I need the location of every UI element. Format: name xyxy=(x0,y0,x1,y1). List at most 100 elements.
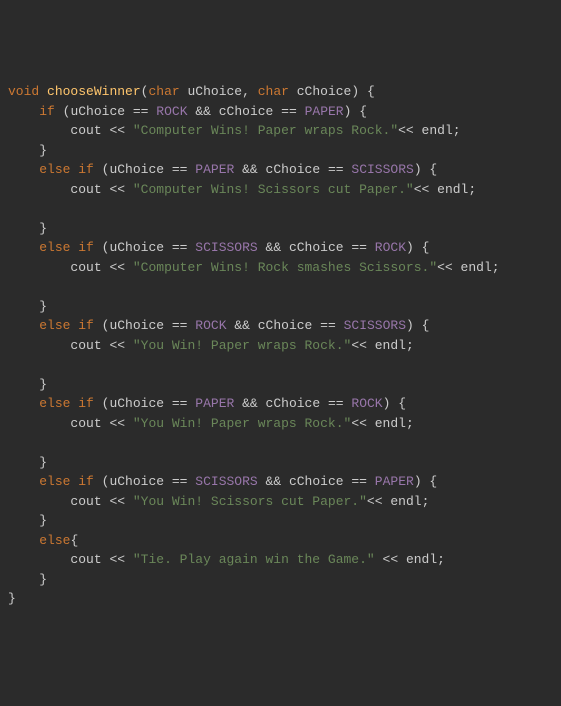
code-line[interactable]: cout << "You Win! Paper wraps Rock."<< e… xyxy=(8,336,553,356)
code-token-op: && xyxy=(242,162,258,177)
code-token-punct: ; xyxy=(453,123,461,138)
code-token-op: == xyxy=(281,104,297,119)
code-token-const: ROCK xyxy=(156,104,187,119)
code-line[interactable]: } xyxy=(8,219,553,239)
code-token-param: endl xyxy=(437,182,468,197)
code-token-param: endl xyxy=(461,260,492,275)
code-token-str: "You Win! Paper wraps Rock." xyxy=(133,416,351,431)
code-token-param: cout xyxy=(70,123,101,138)
code-token-str: "You Win! Scissors cut Paper." xyxy=(133,494,367,509)
code-line[interactable]: cout << "Computer Wins! Rock smashes Sci… xyxy=(8,258,553,278)
code-line[interactable]: cout << "You Win! Paper wraps Rock."<< e… xyxy=(8,414,553,434)
code-token-kw: else xyxy=(39,533,70,548)
code-token-punct: ; xyxy=(468,182,476,197)
code-token-param: cout xyxy=(70,552,101,567)
code-token-punct: ) { xyxy=(383,396,406,411)
code-token-str: "Computer Wins! Rock smashes Scissors." xyxy=(133,260,437,275)
code-token-const: PAPER xyxy=(195,396,234,411)
code-token-op: && xyxy=(242,396,258,411)
code-token-op: << xyxy=(109,552,125,567)
code-token-param: cout xyxy=(70,416,101,431)
code-token-op: == xyxy=(172,240,188,255)
code-token-param: cChoice xyxy=(258,318,313,333)
code-token-param: cChoice xyxy=(219,104,274,119)
code-line[interactable]: } xyxy=(8,141,553,161)
code-token-param: endl xyxy=(390,494,421,509)
code-line[interactable]: else if (uChoice == SCISSORS && cChoice … xyxy=(8,472,553,492)
code-token-op: << xyxy=(351,416,367,431)
code-token-op: && xyxy=(266,474,282,489)
code-token-fn: chooseWinner xyxy=(47,84,141,99)
code-line[interactable] xyxy=(8,277,553,297)
code-token-param: cChoice xyxy=(297,84,352,99)
code-token-punct: } xyxy=(39,572,47,587)
code-line[interactable] xyxy=(8,355,553,375)
code-token-op: << xyxy=(109,123,125,138)
code-line[interactable]: else{ xyxy=(8,531,553,551)
code-line[interactable]: else if (uChoice == ROCK && cChoice == S… xyxy=(8,316,553,336)
code-line[interactable]: else if (uChoice == SCISSORS && cChoice … xyxy=(8,238,553,258)
code-token-const: SCISSORS xyxy=(195,474,257,489)
code-token-param: uChoice xyxy=(109,240,164,255)
code-line[interactable]: cout << "Tie. Play again win the Game." … xyxy=(8,550,553,570)
code-line[interactable]: } xyxy=(8,589,553,609)
code-token-op: == xyxy=(172,318,188,333)
code-token-punct: } xyxy=(39,513,47,528)
code-token-punct: ) { xyxy=(414,474,437,489)
code-token-punct: } xyxy=(39,299,47,314)
code-line[interactable]: else if (uChoice == PAPER && cChoice == … xyxy=(8,160,553,180)
code-token-op: << xyxy=(414,182,430,197)
code-token-str: "Computer Wins! Scissors cut Paper." xyxy=(133,182,414,197)
code-line[interactable]: cout << "Computer Wins! Paper wraps Rock… xyxy=(8,121,553,141)
code-line[interactable]: if (uChoice == ROCK && cChoice == PAPER)… xyxy=(8,102,553,122)
code-line[interactable]: cout << "Computer Wins! Scissors cut Pap… xyxy=(8,180,553,200)
code-token-type: char xyxy=(148,84,179,99)
code-token-param: endl xyxy=(375,416,406,431)
code-token-punct: ; xyxy=(406,338,414,353)
code-token-punct: ) { xyxy=(351,84,374,99)
code-token-param: uChoice xyxy=(188,84,243,99)
code-token-param: uChoice xyxy=(109,162,164,177)
code-line[interactable]: } xyxy=(8,570,553,590)
code-token-punct: ) { xyxy=(344,104,367,119)
code-token-op: == xyxy=(328,162,344,177)
code-token-op: << xyxy=(109,494,125,509)
code-token-op: && xyxy=(234,318,250,333)
code-token-param: cout xyxy=(70,260,101,275)
code-token-const: ROCK xyxy=(375,240,406,255)
code-token-param: uChoice xyxy=(109,396,164,411)
code-line[interactable] xyxy=(8,433,553,453)
code-token-punct: ; xyxy=(492,260,500,275)
code-token-param: uChoice xyxy=(109,318,164,333)
code-line[interactable]: } xyxy=(8,375,553,395)
code-token-op: && xyxy=(266,240,282,255)
code-token-punct: { xyxy=(70,533,78,548)
code-token-kw: void xyxy=(8,84,39,99)
code-token-kw: if xyxy=(39,104,55,119)
code-token-op: << xyxy=(437,260,453,275)
code-token-op: << xyxy=(109,260,125,275)
code-token-op: << xyxy=(351,338,367,353)
code-token-kw: else if xyxy=(39,318,94,333)
code-token-op: == xyxy=(328,396,344,411)
code-token-punct: , xyxy=(242,84,258,99)
code-token-param: cout xyxy=(70,182,101,197)
code-line[interactable]: cout << "You Win! Scissors cut Paper."<<… xyxy=(8,492,553,512)
code-token-op: << xyxy=(109,338,125,353)
code-token-param: cChoice xyxy=(289,240,344,255)
code-token-param: uChoice xyxy=(109,474,164,489)
code-line[interactable]: } xyxy=(8,453,553,473)
code-token-op: == xyxy=(351,474,367,489)
code-line[interactable]: } xyxy=(8,297,553,317)
code-token-const: ROCK xyxy=(351,396,382,411)
code-token-op: == xyxy=(133,104,149,119)
code-line[interactable]: void chooseWinner(char uChoice, char cCh… xyxy=(8,82,553,102)
code-line[interactable]: else if (uChoice == PAPER && cChoice == … xyxy=(8,394,553,414)
code-token-punct: ) { xyxy=(414,162,437,177)
code-token-punct: ; xyxy=(422,494,430,509)
code-editor-content[interactable]: void chooseWinner(char uChoice, char cCh… xyxy=(8,82,553,609)
code-line[interactable] xyxy=(8,199,553,219)
code-line[interactable]: } xyxy=(8,511,553,531)
code-token-op: << xyxy=(109,182,125,197)
code-token-const: ROCK xyxy=(195,318,226,333)
